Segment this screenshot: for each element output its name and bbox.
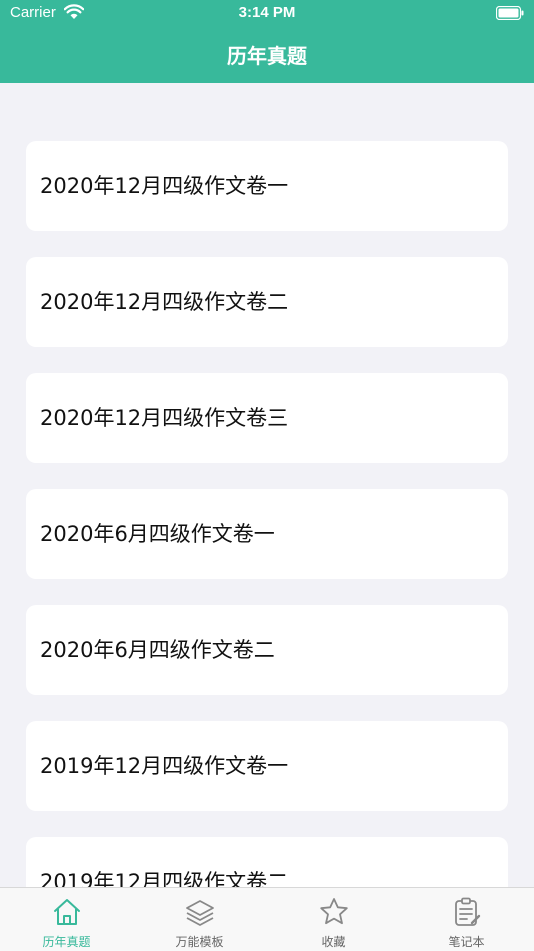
- list-item-label: 2020年6月四级作文卷二: [40, 638, 275, 662]
- status-bar: Carrier 3:14 PM: [0, 0, 534, 28]
- page-title: 历年真题: [227, 44, 307, 68]
- list-item-label: 2019年12月四级作文卷二: [40, 870, 289, 887]
- exam-list: 2020年12月四级作文卷一 2020年12月四级作文卷二 2020年12月四级…: [0, 83, 534, 887]
- list-item-label: 2020年12月四级作文卷二: [40, 290, 289, 314]
- list-item-label: 2020年12月四级作文卷三: [40, 406, 289, 430]
- list-item-label: 2020年6月四级作文卷一: [40, 522, 275, 546]
- tab-label: 收藏: [321, 935, 346, 949]
- list-item[interactable]: 2020年6月四级作文卷一: [26, 489, 508, 579]
- star-icon: [319, 898, 348, 925]
- tab-label: 历年真题: [42, 935, 91, 949]
- list-item[interactable]: 2020年6月四级作文卷二: [26, 605, 508, 695]
- list-item[interactable]: 2020年12月四级作文卷三: [26, 373, 508, 463]
- list-item[interactable]: 2020年12月四级作文卷二: [26, 257, 508, 347]
- home-icon: [53, 899, 80, 925]
- tab-notebook[interactable]: 笔记本: [400, 888, 533, 951]
- battery-icon: [496, 6, 524, 20]
- notebook-icon: [454, 897, 480, 926]
- tab-templates[interactable]: 万能模板: [133, 888, 266, 951]
- status-time: 3:14 PM: [238, 4, 296, 21]
- list-item[interactable]: 2020年12月四级作文卷一: [26, 141, 508, 231]
- tab-history-exams[interactable]: 历年真题: [0, 888, 133, 951]
- list-item[interactable]: 2019年12月四级作文卷二: [26, 837, 508, 887]
- layers-icon: [185, 900, 214, 926]
- tab-bar: 历年真题 万能模板 收藏 笔记本: [0, 887, 534, 951]
- header: Carrier 3:14 PM 历年真题: [0, 0, 534, 83]
- list-item[interactable]: 2019年12月四级作文卷一: [26, 721, 508, 811]
- list-item-label: 2019年12月四级作文卷一: [40, 754, 289, 778]
- tab-label: 笔记本: [448, 935, 485, 949]
- tab-label: 万能模板: [175, 935, 224, 949]
- tab-favorites[interactable]: 收藏: [267, 888, 400, 951]
- list-item-label: 2020年12月四级作文卷一: [40, 174, 289, 198]
